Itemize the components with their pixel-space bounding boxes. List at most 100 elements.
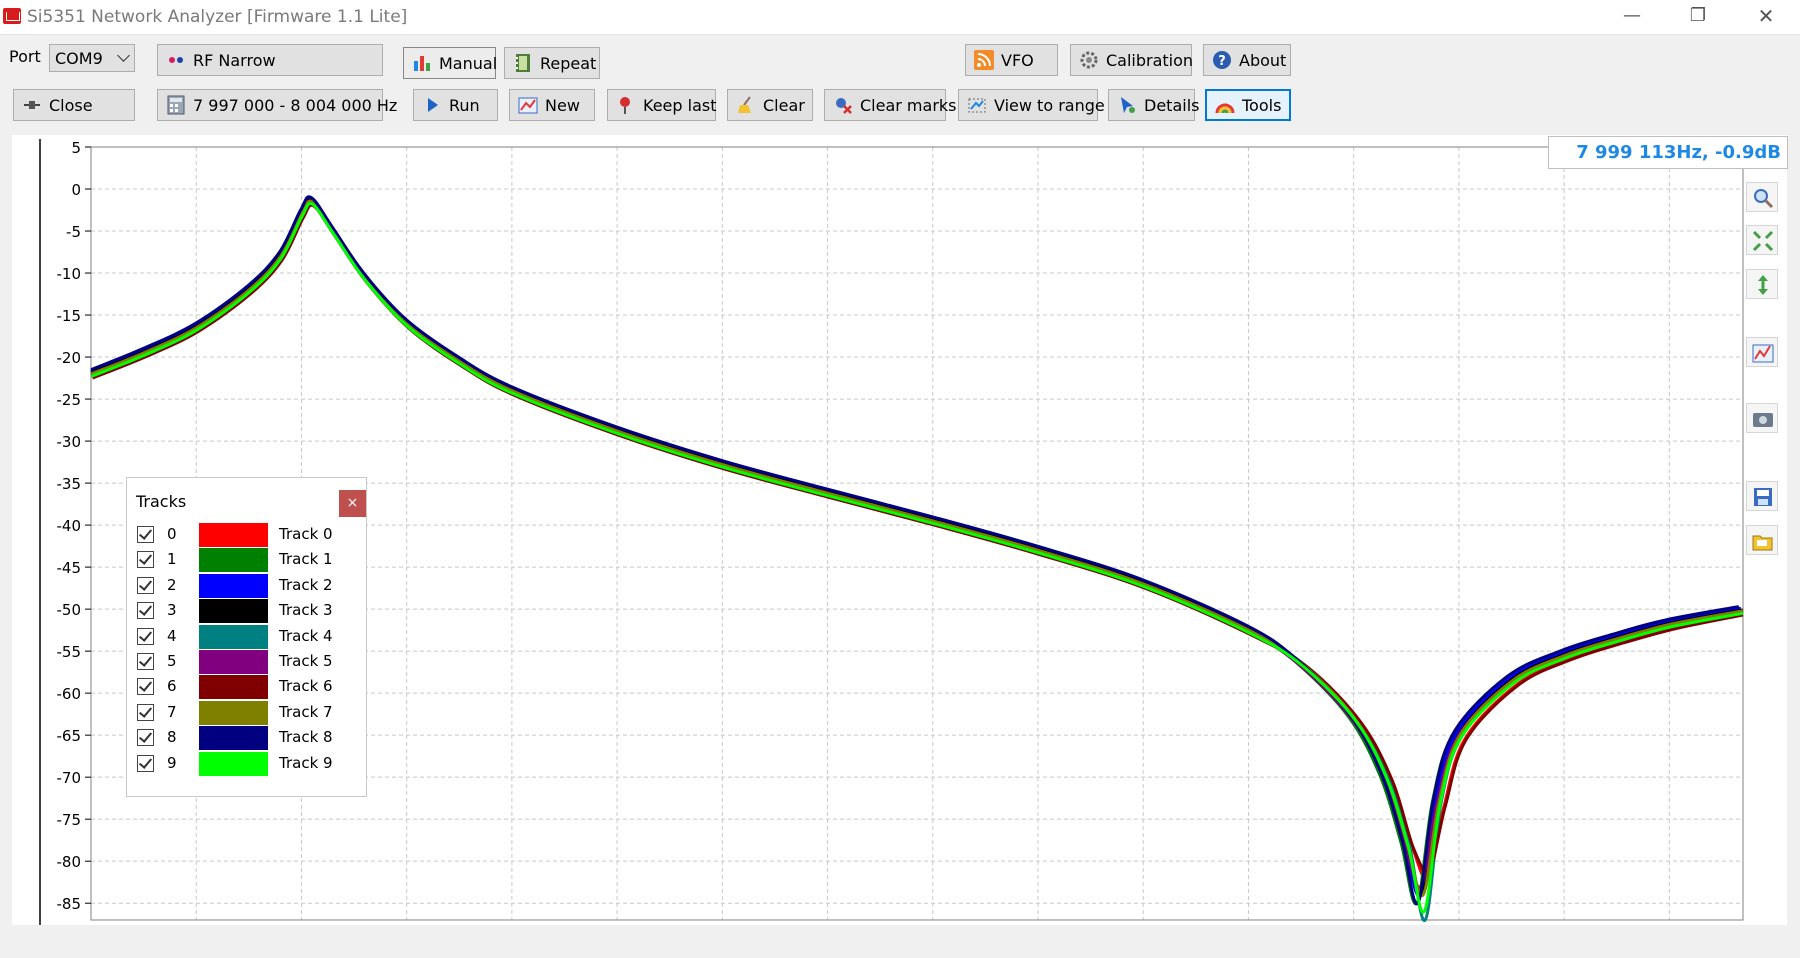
chart-button[interactable] [1746, 337, 1778, 367]
minimize-button[interactable]: — [1600, 0, 1664, 34]
repeat-label: Repeat [540, 53, 597, 73]
screenshot-button[interactable] [1746, 403, 1778, 433]
track-color-swatch[interactable] [199, 548, 268, 573]
dots-icon [166, 50, 186, 70]
camera-icon [1753, 413, 1773, 427]
tools-button[interactable]: Tools [1205, 89, 1291, 121]
vertical-scale-button[interactable] [1746, 269, 1778, 299]
save-button[interactable] [1746, 481, 1778, 511]
cursor-icon [1117, 95, 1137, 115]
track-color-swatch[interactable] [199, 726, 268, 751]
manual-label: Manual [439, 53, 498, 73]
track-row[interactable]: 7 Track 7 [127, 700, 368, 726]
rainbow-icon [1215, 95, 1235, 115]
y-tick-label: -35 [57, 475, 82, 493]
range-button[interactable]: 7 997 000 - 8 004 000 Hz [157, 89, 397, 121]
calibration-label: Calibration [1106, 50, 1194, 70]
track-checkbox[interactable] [137, 602, 154, 620]
track-name: Track 0 [279, 525, 333, 543]
track-color-swatch[interactable] [199, 624, 268, 649]
y-tick-label: -60 [57, 685, 82, 703]
track-color-swatch[interactable] [199, 523, 268, 547]
tracks-close-button[interactable]: × [339, 490, 366, 517]
track-color-swatch[interactable] [199, 751, 268, 776]
repeat-button[interactable]: Repeat [504, 47, 600, 79]
about-button[interactable]: ? About [1203, 44, 1291, 76]
clear-marks-button[interactable]: Clear marks [824, 89, 957, 121]
keep-last-label: Keep last [643, 95, 717, 115]
maximize-button[interactable]: ❐ [1666, 0, 1730, 34]
port-value: COM9 [55, 49, 103, 68]
y-tick-label: -40 [57, 517, 82, 535]
calibration-button[interactable]: Calibration [1070, 44, 1194, 76]
calculator-icon [166, 95, 186, 115]
manual-button[interactable]: Manual [403, 47, 498, 79]
track-color-swatch[interactable] [199, 573, 268, 598]
track-checkbox[interactable] [137, 526, 154, 543]
open-button[interactable] [1746, 525, 1778, 555]
close-port-button[interactable]: Close [13, 89, 135, 121]
tracks-panel: Tracks × 0 Track 0 1 Track 1 2 Track 2 3 Track … [126, 477, 367, 797]
cursor-readout: 7 999 113Hz, -0.9dB [1548, 136, 1788, 169]
track-row[interactable]: 1 Track 1 [127, 548, 368, 573]
track-index: 6 [167, 677, 177, 696]
fit-button[interactable] [1746, 225, 1778, 255]
run-label: Run [449, 95, 480, 115]
new-button[interactable]: New [509, 89, 595, 121]
y-tick-label: -55 [57, 643, 82, 661]
track-color-swatch[interactable] [199, 599, 268, 624]
track-row[interactable]: 0 Track 0 [127, 523, 368, 548]
track-checkbox[interactable] [137, 729, 154, 747]
y-tick-label: -50 [57, 601, 82, 619]
pin-icon [616, 95, 636, 115]
track-name: Track 6 [279, 677, 333, 696]
y-tick-label: -25 [57, 391, 82, 409]
track-color-swatch[interactable] [199, 650, 268, 674]
track-row[interactable]: 9 Track 9 [127, 751, 368, 777]
y-tick-label: -5 [66, 223, 81, 241]
track-checkbox[interactable] [137, 627, 154, 645]
track-row[interactable]: 5 Track 5 [127, 650, 368, 675]
mode-value: RF Narrow [193, 50, 276, 70]
vfo-label: VFO [1001, 50, 1034, 70]
details-button[interactable]: Details [1108, 89, 1199, 121]
track-name: Track 9 [279, 753, 333, 772]
track-checkbox[interactable] [137, 754, 154, 772]
close-window-button[interactable]: ✕ [1734, 0, 1798, 34]
track-index: 1 [167, 550, 177, 569]
clear-button[interactable]: Clear [727, 89, 813, 121]
y-tick-label: -85 [57, 895, 82, 913]
zoom-button[interactable] [1746, 182, 1778, 212]
clear-marks-icon [833, 95, 853, 115]
gear-icon [1079, 50, 1099, 70]
track-name: Track 8 [279, 728, 333, 747]
track-checkbox[interactable] [137, 703, 154, 721]
track-checkbox[interactable] [137, 551, 154, 569]
view-to-range-button[interactable]: View to range [958, 89, 1105, 121]
broom-icon [736, 95, 756, 115]
keep-last-button[interactable]: Keep last [607, 89, 716, 121]
track-checkbox[interactable] [137, 678, 154, 696]
mode-button[interactable]: RF Narrow [157, 44, 383, 76]
track-color-swatch[interactable] [199, 700, 268, 725]
clear-marks-label: Clear marks [860, 95, 957, 115]
track-row[interactable]: 4 Track 4 [127, 624, 368, 650]
track-row[interactable]: 2 Track 2 [127, 573, 368, 599]
track-checkbox[interactable] [137, 653, 154, 670]
y-tick-label: -15 [57, 307, 82, 325]
y-tick-label: 5 [71, 139, 81, 157]
track-color-swatch[interactable] [199, 675, 268, 700]
new-label: New [545, 95, 580, 115]
track-checkbox[interactable] [137, 576, 154, 594]
port-select[interactable]: COM9 [49, 44, 135, 72]
track-row[interactable]: 8 Track 8 [127, 726, 368, 751]
track-row[interactable]: 3 Track 3 [127, 599, 368, 624]
vfo-button[interactable]: VFO [965, 44, 1058, 76]
svg-text:?: ? [1218, 54, 1226, 69]
y-tick-label: -20 [57, 349, 82, 367]
app-icon [3, 8, 21, 24]
track-index: 3 [167, 601, 177, 620]
track-row[interactable]: 6 Track 6 [127, 675, 368, 700]
signal-icon [974, 50, 994, 70]
run-button[interactable]: Run [413, 89, 498, 121]
